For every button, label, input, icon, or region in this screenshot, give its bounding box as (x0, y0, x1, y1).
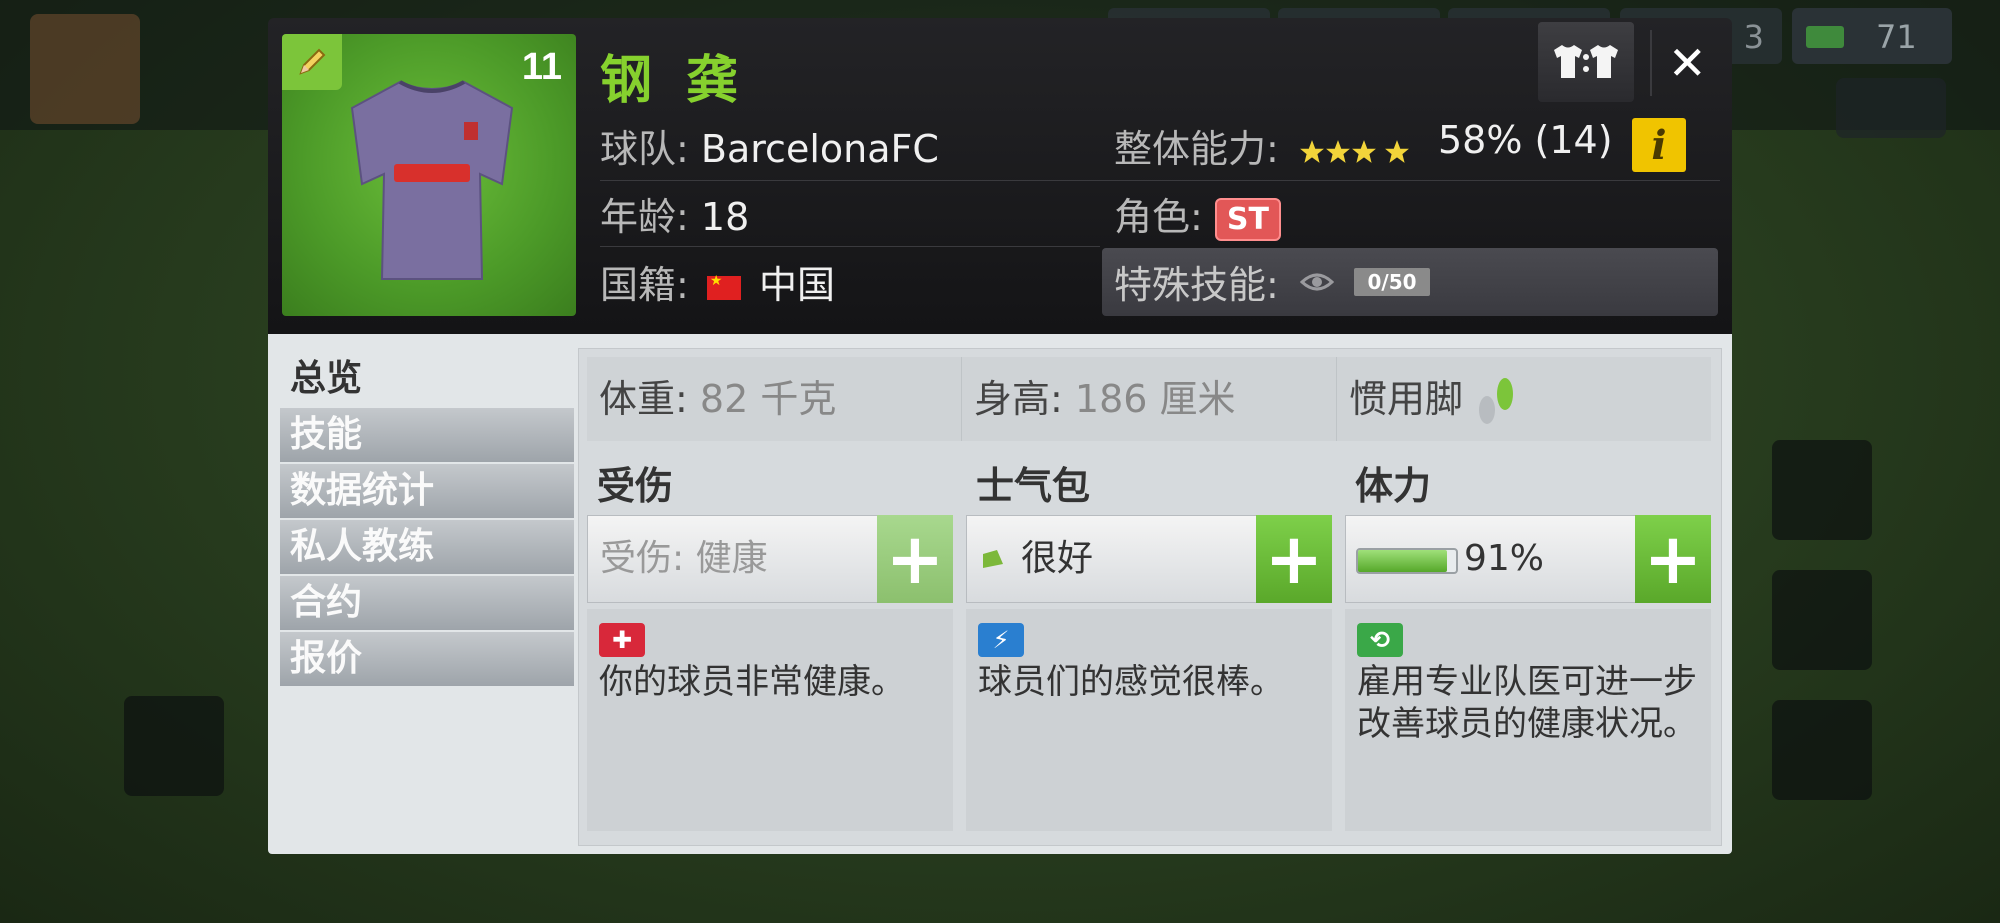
background-button-top-right (1836, 78, 1946, 138)
special-skills-label: 特殊技能: (1114, 263, 1279, 307)
tab-skills[interactable]: 技能 (280, 408, 574, 462)
tab-list: 总览 技能 数据统计 私人教练 合约 报价 (280, 352, 574, 688)
morale-desc-area: ⚡ 球员们的感觉很棒。 (966, 609, 1332, 831)
stamina-value: 91% (1464, 538, 1545, 579)
background-side-slot-2 (1772, 570, 1872, 670)
jersey-icon (350, 80, 514, 280)
team-row: 球队: BarcelonaFC (600, 118, 939, 173)
player-detail-modal: 11 钢 龚 ✕ 球队: BarcelonaFC 整体能力: 58% (14) … (268, 18, 1732, 854)
jersey-compare-icon (1554, 45, 1618, 78)
injury-plus-button[interactable]: + (877, 515, 953, 603)
height-label: 身高: (974, 377, 1063, 421)
morale-section: 士气包 很好 + ⚡ 球员们的感觉很棒。 (966, 449, 1332, 835)
special-skills-count: 0/50 (1354, 268, 1430, 296)
stamina-title: 体力 (1355, 464, 1432, 508)
weight-label: 体重: (599, 377, 688, 421)
player-body: 总览 技能 数据统计 私人教练 合约 报价 体重: 82 千克 身高: 186 … (268, 334, 1732, 854)
stamina-desc-area: ⟲ 雇用专业队医可进一步改善球员的健康状况。 (1345, 609, 1711, 831)
stamina-plus-button[interactable]: + (1635, 515, 1711, 603)
star-icon (1351, 139, 1376, 163)
weight-value: 82 千克 (699, 377, 837, 421)
team-value: BarcelonaFC (700, 127, 939, 171)
background-back-button (124, 696, 224, 796)
background-resource-value: 3 (1743, 18, 1764, 56)
star-icon (1325, 139, 1350, 163)
background-side-slot-3 (1772, 700, 1872, 800)
age-label: 年龄: (600, 195, 689, 239)
nationality-value: 中国 (759, 263, 836, 307)
pencil-icon (299, 48, 326, 75)
injury-status: 受伤: 健康 (600, 516, 768, 602)
team-label: 球队: (600, 127, 689, 171)
row-divider (600, 246, 1100, 247)
injury-panel: 受伤: 健康 + (587, 515, 953, 603)
kit-compare-button[interactable] (1538, 22, 1634, 102)
info-button[interactable]: i (1632, 118, 1686, 172)
star-icon (1299, 139, 1324, 163)
medical-cross-icon: ✚ (599, 623, 645, 657)
jersey-card: 11 (282, 34, 576, 316)
overall-stars (1299, 139, 1417, 165)
player-name: 钢 龚 (600, 51, 747, 111)
height-value: 186 厘米 (1074, 377, 1236, 421)
overall-label: 整体能力: (1114, 127, 1279, 171)
foot-stat: 惯用脚 (1337, 357, 1711, 441)
background-club-badge (30, 14, 140, 124)
china-flag-icon (706, 273, 741, 300)
footprint-icon (1479, 377, 1514, 424)
morale-arrow-icon (983, 550, 1003, 568)
morale-description: 球员们的感觉很棒。 (978, 662, 1284, 702)
role-row: 角色: ST (1114, 186, 1281, 241)
injury-description: 你的球员非常健康。 (599, 662, 905, 702)
stamina-description: 雇用专业队医可进一步改善球员的健康状况。 (1357, 662, 1697, 744)
tab-personal-coach[interactable]: 私人教练 (280, 520, 574, 574)
tab-overview[interactable]: 总览 (280, 352, 574, 406)
background-money: 71 (1792, 8, 1952, 64)
stamina-bar (1356, 548, 1458, 574)
physical-stats: 体重: 82 千克 身高: 186 厘米 惯用脚 (587, 357, 1711, 441)
lightning-icon: ⚡ (978, 623, 1024, 657)
morale-value: 很好 (1021, 538, 1094, 579)
clock-icon: ⟲ (1357, 623, 1403, 657)
jersey-number: 11 (521, 46, 562, 88)
preferred-foot-label: 惯用脚 (1349, 377, 1464, 421)
stamina-section: 体力 91% + ⟲ 雇用专业队医可进一步改善球员的健康状况。 (1345, 449, 1711, 835)
overall-value: 58% (14) (1438, 118, 1613, 162)
injury-status-value: 健康 (695, 538, 768, 579)
morale-panel: 很好 + (966, 515, 1332, 603)
age-row: 年龄: 18 (600, 186, 749, 241)
stamina-bar-fill (1358, 550, 1448, 572)
height-stat: 身高: 186 厘米 (962, 357, 1337, 441)
half-star-icon (1384, 139, 1409, 163)
morale-title: 士气包 (976, 464, 1091, 508)
injury-title: 受伤 (597, 464, 674, 508)
tab-statistics[interactable]: 数据统计 (280, 464, 574, 518)
role-badge: ST (1214, 198, 1281, 241)
close-icon[interactable]: ✕ (1668, 36, 1707, 90)
edit-pencil-button[interactable] (282, 34, 342, 90)
stamina-panel: 91% + (1345, 515, 1711, 603)
money-value: 71 (1876, 18, 1917, 56)
role-label: 角色: (1114, 195, 1203, 239)
injury-status-label: 受伤: (600, 538, 685, 579)
eye-icon (1300, 273, 1334, 291)
player-header: 11 钢 龚 ✕ 球队: BarcelonaFC 整体能力: 58% (14) … (268, 18, 1732, 334)
row-divider (600, 180, 1720, 181)
injury-section: 受伤 受伤: 健康 + ✚ 你的球员非常健康。 (587, 449, 953, 835)
special-skills-bar[interactable]: 特殊技能: 0/50 (1102, 248, 1718, 316)
nationality-row: 国籍: 中国 (600, 254, 835, 309)
background-side-slot-1 (1772, 440, 1872, 540)
overall-row: 整体能力: (1114, 118, 1417, 173)
tab-contract[interactable]: 合约 (280, 576, 574, 630)
weight-stat: 体重: 82 千克 (587, 357, 962, 441)
header-separator (1650, 30, 1652, 96)
overview-content: 体重: 82 千克 身高: 186 厘米 惯用脚 受伤 受伤: 健康 + ✚ 你… (578, 348, 1722, 846)
morale-plus-button[interactable]: + (1256, 515, 1332, 603)
injury-desc-area: ✚ 你的球员非常健康。 (587, 609, 953, 831)
tab-offers[interactable]: 报价 (280, 632, 574, 686)
age-value: 18 (700, 195, 750, 239)
nationality-label: 国籍: (600, 263, 689, 307)
money-icon (1806, 26, 1844, 48)
